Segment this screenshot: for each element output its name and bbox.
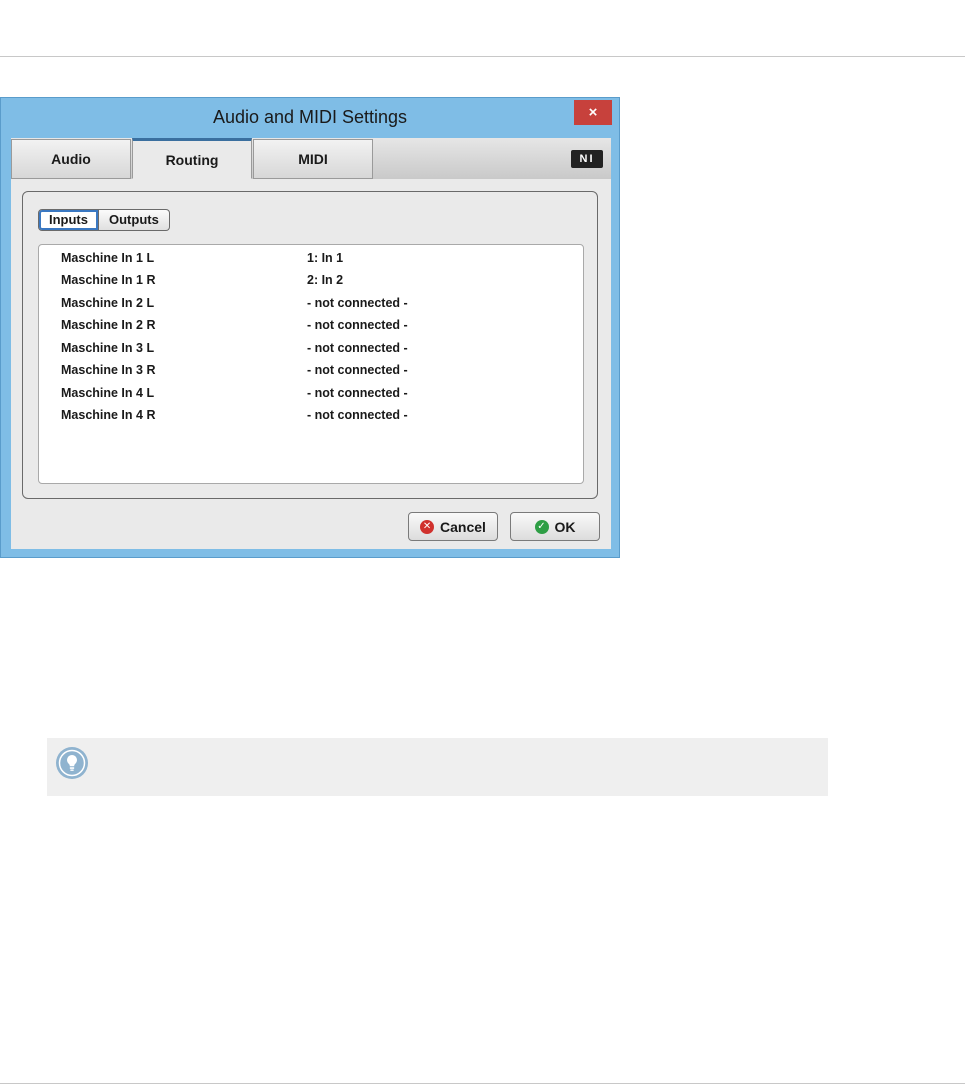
tab-midi[interactable]: MIDI [253, 139, 373, 179]
tab-bar: Audio Routing MIDI NI [11, 138, 611, 179]
list-item[interactable]: Maschine In 3 L - not connected - [39, 338, 583, 360]
tab-routing[interactable]: Routing [132, 138, 252, 179]
channel-name: Maschine In 3 R [61, 363, 156, 377]
list-item[interactable]: Maschine In 4 R - not connected - [39, 405, 583, 427]
list-item[interactable]: Maschine In 2 R - not connected - [39, 315, 583, 337]
channel-name: Maschine In 2 L [61, 296, 155, 310]
cancel-button-label: Cancel [440, 518, 486, 535]
source-value[interactable]: - not connected - [307, 386, 408, 400]
tab-audio[interactable]: Audio [11, 139, 131, 179]
inputs-segment[interactable]: Inputs [38, 209, 99, 231]
close-button[interactable]: × [574, 100, 612, 125]
channel-name: Maschine In 1 L [61, 251, 155, 265]
ok-button-label: OK [554, 518, 576, 535]
cancel-button[interactable]: ✕ Cancel [408, 512, 498, 541]
outputs-segment[interactable]: Outputs [99, 209, 170, 231]
dialog-body: Inputs Outputs Maschine In 1 L 1: In 1 M… [11, 179, 611, 549]
ok-button[interactable]: ✓ OK [510, 512, 600, 541]
channel-name: Maschine In 2 R [61, 318, 156, 332]
channel-name: Maschine In 4 L [61, 386, 155, 400]
list-item[interactable]: Maschine In 4 L - not connected - [39, 383, 583, 405]
source-value[interactable]: - not connected - [307, 341, 408, 355]
channel-name: Maschine In 3 L [61, 341, 155, 355]
tip-box [47, 738, 828, 796]
source-value[interactable]: 1: In 1 [307, 251, 343, 265]
checkmark-icon: ✓ [534, 519, 549, 534]
list-item[interactable]: Maschine In 2 L - not connected - [39, 293, 583, 315]
settings-dialog: Audio and MIDI Settings × Audio Routing … [0, 97, 620, 558]
page-footer-rule [0, 1083, 965, 1084]
source-value[interactable]: - not connected - [307, 318, 408, 332]
dialog-title: Audio and MIDI Settings [212, 107, 408, 127]
source-value[interactable]: - not connected - [307, 296, 408, 310]
routing-panel: Inputs Outputs Maschine In 1 L 1: In 1 M… [22, 191, 598, 499]
inputs-outputs-toggle: Inputs Outputs [38, 209, 170, 231]
list-item[interactable]: Maschine In 1 R 2: In 2 [39, 270, 583, 292]
cancel-icon: ✕ [420, 519, 435, 534]
title-bar[interactable]: Audio and MIDI Settings × [1, 98, 619, 138]
ni-logo: NI [571, 150, 603, 168]
page-header-rule [0, 56, 965, 57]
list-item[interactable]: Maschine In 1 L 1: In 1 [39, 248, 583, 270]
lightbulb-icon [56, 747, 88, 779]
source-value[interactable]: - not connected - [307, 363, 408, 377]
routing-list[interactable]: Maschine In 1 L 1: In 1 Maschine In 1 R … [38, 244, 584, 484]
channel-name: Maschine In 4 R [61, 408, 156, 422]
list-item[interactable]: Maschine In 3 R - not connected - [39, 360, 583, 382]
channel-name: Maschine In 1 R [61, 273, 156, 287]
source-value[interactable]: 2: In 2 [307, 273, 343, 287]
source-value[interactable]: - not connected - [307, 408, 408, 422]
